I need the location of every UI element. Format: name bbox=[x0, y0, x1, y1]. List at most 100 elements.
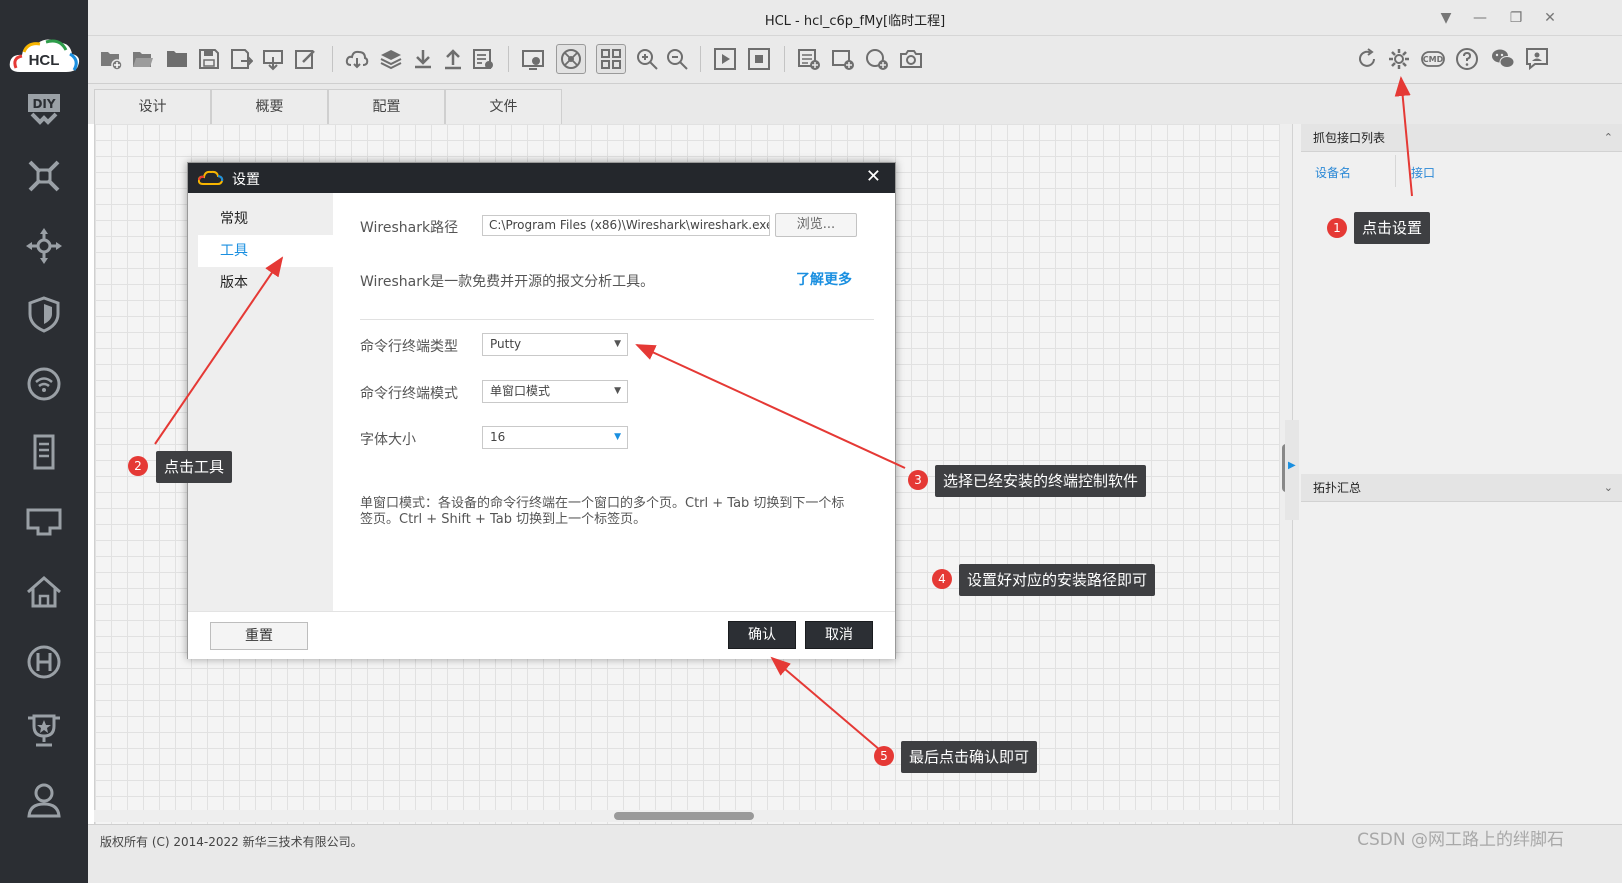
capture-panel-header[interactable]: 抓包接口列表 ⌃ bbox=[1301, 124, 1622, 152]
nav-general[interactable]: 常规 bbox=[198, 203, 333, 235]
wechat-icon[interactable] bbox=[1488, 44, 1518, 74]
cloud-logo-icon bbox=[198, 170, 224, 185]
terminal-mode-select[interactable]: 单窗口模式 ▼ bbox=[482, 380, 628, 403]
col-device-name[interactable]: 设备名 bbox=[1315, 164, 1351, 181]
menu-dropdown-icon[interactable]: ▼ bbox=[1436, 8, 1456, 28]
terminal-mode-value: 单窗口模式 bbox=[490, 384, 551, 398]
rect-add-icon[interactable] bbox=[828, 44, 858, 74]
wifi-icon[interactable] bbox=[20, 360, 68, 408]
zoom-in-icon[interactable] bbox=[632, 44, 662, 74]
topology-summary-header[interactable]: 拓扑汇总 ⌄ bbox=[1301, 474, 1622, 502]
globe-icon[interactable] bbox=[556, 44, 586, 74]
upload-icon[interactable] bbox=[438, 44, 468, 74]
diy-icon[interactable]: DIY bbox=[20, 86, 68, 134]
tab-design[interactable]: 设计 bbox=[94, 89, 211, 124]
wireshark-path-field[interactable]: C:\Program Files (x86)\Wireshark\wiresha… bbox=[482, 215, 770, 236]
dialog-title-bar: 设置 ✕ bbox=[188, 163, 895, 193]
nav-version[interactable]: 版本 bbox=[198, 267, 333, 299]
terminal-icon[interactable] bbox=[20, 498, 68, 546]
download-icon[interactable] bbox=[408, 44, 438, 74]
refresh-icon[interactable] bbox=[1352, 44, 1382, 74]
annotation-3: 选择已经安装的终端控制软件 bbox=[935, 465, 1147, 497]
step-badge-1: 1 bbox=[1327, 218, 1347, 238]
nav-tools[interactable]: 工具 bbox=[198, 235, 333, 267]
reset-button[interactable]: 重置 bbox=[210, 622, 308, 650]
font-size-value: 16 bbox=[490, 430, 506, 444]
step-badge-5: 5 bbox=[874, 746, 894, 766]
server-icon[interactable] bbox=[20, 428, 68, 476]
column-divider bbox=[1395, 155, 1396, 187]
h-icon[interactable] bbox=[20, 638, 68, 686]
font-size-label: 字体大小 bbox=[360, 432, 416, 448]
annotation-5: 最后点击确认即可 bbox=[901, 741, 1038, 773]
diy-label: DIY bbox=[32, 97, 55, 111]
save-as-icon[interactable] bbox=[226, 44, 256, 74]
grid-icon[interactable] bbox=[596, 44, 626, 74]
toolbar-divider bbox=[784, 46, 785, 72]
step-badge-4: 4 bbox=[932, 569, 952, 589]
close-window-button[interactable]: ✕ bbox=[1540, 8, 1560, 28]
move-icon[interactable] bbox=[20, 222, 68, 270]
topology-icon[interactable] bbox=[20, 152, 68, 200]
shield-icon[interactable] bbox=[20, 290, 68, 338]
collapse-arrow-icon[interactable]: ⌃ bbox=[1604, 124, 1613, 152]
stop-icon[interactable] bbox=[744, 44, 774, 74]
play-icon[interactable] bbox=[710, 44, 740, 74]
main-toolbar: CMD bbox=[88, 36, 1622, 84]
settings-nav: 常规 工具 版本 bbox=[188, 193, 333, 611]
capture-panel-title: 抓包接口列表 bbox=[1313, 131, 1386, 145]
font-size-select[interactable]: 16 ▼ bbox=[482, 426, 628, 449]
tab-file[interactable]: 文件 bbox=[445, 89, 562, 124]
left-sidebar: HCL DIY bbox=[0, 0, 88, 883]
list-add-icon[interactable] bbox=[794, 44, 824, 74]
minimize-button[interactable]: — bbox=[1470, 8, 1490, 28]
new-project-icon[interactable] bbox=[96, 44, 126, 74]
annotation-1: 点击设置 bbox=[1354, 212, 1431, 244]
toolbar-divider bbox=[508, 46, 509, 72]
screenshot-icon[interactable] bbox=[518, 44, 548, 74]
user-icon[interactable] bbox=[20, 776, 68, 824]
terminal-mode-label: 命令行终端模式 bbox=[360, 386, 458, 402]
expand-arrow-icon[interactable]: ⌄ bbox=[1604, 474, 1613, 502]
tab-config[interactable]: 配置 bbox=[328, 89, 445, 124]
terminal-type-select[interactable]: Putty ▼ bbox=[482, 333, 628, 356]
wireshark-path-label: Wireshark路径 bbox=[360, 220, 459, 236]
horizontal-scrollbar[interactable] bbox=[94, 810, 1280, 822]
gear-icon[interactable] bbox=[1384, 44, 1414, 74]
logo-text: HCL bbox=[29, 52, 60, 69]
step-badge-2: 2 bbox=[128, 456, 148, 476]
confirm-button[interactable]: 确认 bbox=[728, 621, 796, 649]
hcl-logo: HCL bbox=[6, 34, 82, 80]
restore-button[interactable]: ❐ bbox=[1506, 8, 1526, 28]
feedback-icon[interactable] bbox=[1522, 44, 1552, 74]
scroll-thumb[interactable] bbox=[614, 812, 754, 820]
layers-icon[interactable] bbox=[376, 44, 406, 74]
folder-icon[interactable] bbox=[162, 44, 192, 74]
home-icon[interactable] bbox=[20, 568, 68, 616]
cancel-button[interactable]: 取消 bbox=[805, 621, 873, 649]
col-interface[interactable]: 接口 bbox=[1411, 164, 1435, 181]
log-icon[interactable] bbox=[468, 44, 498, 74]
panel-collapse-handle[interactable]: ▶ bbox=[1285, 420, 1299, 520]
save-icon[interactable] bbox=[194, 44, 224, 74]
camera-icon[interactable] bbox=[896, 44, 926, 74]
trophy-icon[interactable] bbox=[20, 706, 68, 754]
annotation-4: 设置好对应的安装路径即可 bbox=[959, 564, 1156, 596]
settings-content: Wireshark路径 C:\Program Files (x86)\Wires… bbox=[333, 193, 895, 611]
circle-add-icon[interactable] bbox=[862, 44, 892, 74]
zoom-out-icon[interactable] bbox=[662, 44, 692, 74]
tab-summary[interactable]: 概要 bbox=[211, 89, 328, 124]
learn-more-link[interactable]: 了解更多 bbox=[796, 269, 852, 289]
annotation-2: 点击工具 bbox=[156, 451, 233, 483]
wireshark-description: Wireshark是一款免费并开源的报文分析工具。 bbox=[360, 274, 655, 290]
open-icon[interactable] bbox=[128, 44, 158, 74]
topology-summary-title: 拓扑汇总 bbox=[1313, 481, 1362, 495]
edit-icon[interactable] bbox=[290, 44, 320, 74]
browse-button[interactable]: 浏览... bbox=[775, 213, 857, 237]
close-icon[interactable]: ✕ bbox=[866, 166, 881, 187]
export-icon[interactable] bbox=[258, 44, 288, 74]
terminal-type-label: 命令行终端类型 bbox=[360, 339, 458, 355]
help-icon[interactable] bbox=[1452, 44, 1482, 74]
cmd-icon[interactable]: CMD bbox=[1418, 44, 1448, 74]
cloud-icon[interactable] bbox=[342, 44, 372, 74]
